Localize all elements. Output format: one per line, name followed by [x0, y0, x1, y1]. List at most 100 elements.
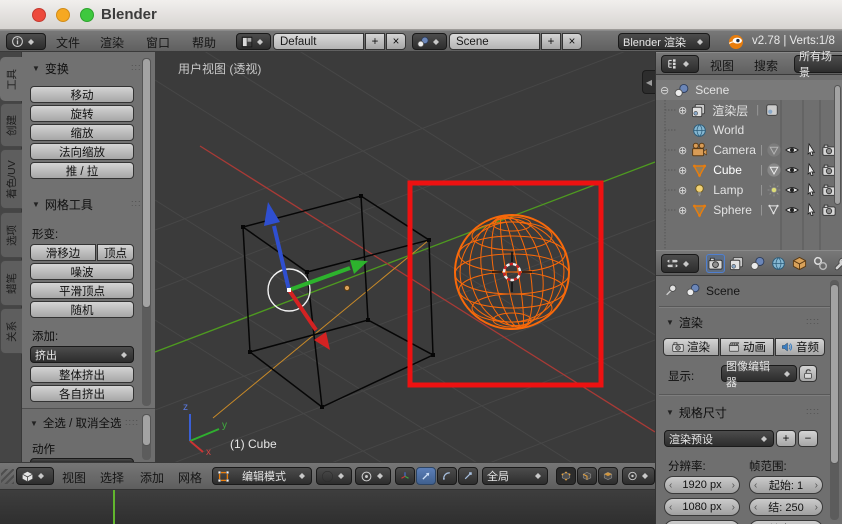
modifiers-tab[interactable]	[832, 254, 842, 273]
expand-icon[interactable]: ⊕	[678, 104, 687, 117]
frame-step-field[interactable]: ‹ 帧步: 1 ›	[749, 520, 823, 524]
translate-manipulator-button[interactable]	[416, 467, 436, 485]
decrement-arrow-icon[interactable]: ‹	[669, 502, 672, 513]
expand-icon[interactable]: ⊕	[678, 184, 687, 197]
transform-manipulator[interactable]	[264, 202, 368, 350]
menu-help[interactable]: 帮助	[188, 34, 220, 51]
visibility-eye-icon[interactable]	[785, 203, 799, 217]
transform-orientation-select[interactable]: 全局	[482, 467, 548, 485]
resolution-x-field[interactable]: ‹ 1920 px ›	[664, 476, 740, 494]
render-engine-select[interactable]: Blender 渲染	[618, 33, 710, 50]
outliner-row-cube[interactable]: ⊕ Cube |	[656, 160, 842, 180]
add-scene-button[interactable]: +	[541, 33, 561, 50]
screen-layout-name-field[interactable]: Default	[273, 33, 364, 50]
close-window-button[interactable]	[32, 8, 46, 22]
editor-type-selector[interactable]	[6, 33, 46, 50]
resolution-percent-field[interactable]: ‹ 50% ›	[664, 520, 740, 524]
expand-icon[interactable]: ⊕	[678, 164, 687, 177]
extrude-individual-button[interactable]: 各自挤出	[30, 385, 134, 402]
camera-data-icon[interactable]	[766, 142, 782, 158]
menu-select[interactable]: 选择	[96, 469, 128, 486]
mesh-data-icon[interactable]	[766, 162, 782, 178]
frame-end-field[interactable]: ‹ 结: 250 ›	[749, 498, 823, 516]
extrude-select[interactable]: 挤出	[30, 346, 134, 363]
add-preset-button[interactable]: +	[776, 430, 796, 447]
extrude-region-button[interactable]: 整体挤出	[30, 366, 134, 383]
scale-button[interactable]: 缩放	[30, 124, 134, 141]
playhead-marker[interactable]	[113, 490, 115, 524]
tab-grease-pencil[interactable]: 蜡笔	[0, 260, 22, 306]
outliner-row-sphere[interactable]: ⊕ Sphere |	[656, 200, 842, 220]
outliner-row-scene[interactable]: ⊖ Scene	[656, 80, 842, 100]
tab-options[interactable]: 选项	[0, 212, 22, 258]
corner-resize-grip[interactable]	[1, 469, 14, 484]
scene-label[interactable]: Scene	[695, 83, 729, 97]
expand-icon[interactable]: ⊕	[678, 144, 687, 157]
viewport-canvas[interactable]	[155, 52, 655, 462]
context-breadcrumb[interactable]: Scene	[706, 284, 740, 298]
selected-vertex[interactable]	[287, 288, 291, 292]
render-still-button[interactable]: 渲染	[663, 338, 719, 356]
tab-create[interactable]: 创建	[0, 103, 22, 147]
object-label[interactable]: Cube	[713, 163, 742, 177]
minimize-window-button[interactable]	[56, 8, 70, 22]
outliner-row-render-layers[interactable]: ⊕ 渲染层 |	[656, 100, 842, 120]
menu-mesh[interactable]: 网格	[174, 469, 206, 486]
increment-arrow-icon[interactable]: ›	[732, 480, 735, 491]
rotate-manipulator-button[interactable]	[437, 467, 457, 485]
slide-vertex-button[interactable]: 顶点	[97, 244, 134, 261]
region-expand-arrow[interactable]: ◀	[642, 70, 655, 94]
decrement-arrow-icon[interactable]: ‹	[669, 480, 672, 491]
expand-icon[interactable]: ⊕	[678, 204, 687, 217]
render-preset-select[interactable]: 渲染预设	[664, 430, 774, 447]
pivot-point-select[interactable]	[355, 467, 391, 485]
vertex-select-mode-button[interactable]	[556, 467, 576, 485]
object-label[interactable]: Lamp	[713, 183, 743, 197]
operator-panel-scrollbar[interactable]	[142, 414, 151, 460]
outliner-row-world[interactable]: World	[656, 120, 842, 140]
timeline[interactable]	[0, 490, 655, 524]
transform-panel-header[interactable]: ▼ 变换	[32, 60, 69, 77]
outliner-row-lamp[interactable]: ⊕ Lamp |	[656, 180, 842, 200]
render-panel-header[interactable]: ▼ 渲染	[666, 314, 703, 331]
render-audio-button[interactable]: 音频	[775, 338, 825, 356]
edge-select-mode-button[interactable]	[577, 467, 597, 485]
decrement-arrow-icon[interactable]: ‹	[754, 502, 757, 513]
tab-tools[interactable]: 工具	[0, 57, 22, 101]
render-tab[interactable]	[706, 254, 725, 273]
pin-icon[interactable]	[664, 283, 678, 297]
resolution-y-field[interactable]: ‹ 1080 px ›	[664, 498, 740, 516]
selectability-cursor-icon[interactable]	[805, 203, 818, 216]
world-label[interactable]: World	[713, 123, 744, 137]
screen-layout-button[interactable]	[236, 33, 271, 50]
tab-shading-uv[interactable]: 着色/UV	[0, 149, 22, 209]
add-layout-button[interactable]: +	[365, 33, 385, 50]
outliner-scope-select[interactable]: 所有场景	[794, 51, 842, 79]
editor-type-selector[interactable]	[16, 467, 54, 485]
visibility-eye-icon[interactable]	[785, 183, 799, 197]
render-layers-tab[interactable]	[727, 254, 746, 273]
renderability-camera-icon[interactable]	[822, 203, 836, 217]
panel-drag-dots-icon[interactable]: ::::	[806, 406, 820, 416]
panel-drag-dots-icon[interactable]: ::::	[806, 316, 820, 326]
selectability-cursor-icon[interactable]	[805, 183, 818, 196]
scene-name-field[interactable]: Scene	[449, 33, 540, 50]
rotate-button[interactable]: 旋转	[30, 105, 134, 122]
menu-view[interactable]: 视图	[58, 469, 90, 486]
lamp-data-icon[interactable]	[766, 182, 782, 198]
outliner-v-scrollbar[interactable]	[834, 85, 841, 205]
selectability-cursor-icon[interactable]	[805, 163, 818, 176]
scene-tab[interactable]	[748, 254, 767, 273]
remove-preset-button[interactable]: −	[798, 430, 818, 447]
collapse-icon[interactable]: ⊖	[660, 84, 669, 97]
object-tab[interactable]	[790, 254, 809, 273]
shrink-fatten-button[interactable]: 法向缩放	[30, 143, 134, 160]
world-tab[interactable]	[769, 254, 788, 273]
mesh-tools-panel-header[interactable]: ▼ 网格工具	[32, 196, 93, 213]
visibility-eye-icon[interactable]	[785, 163, 799, 177]
menu-add[interactable]: 添加	[136, 469, 168, 486]
selectability-cursor-icon[interactable]	[805, 143, 818, 156]
render-animation-button[interactable]: 动画	[720, 338, 774, 356]
scale-manipulator-button[interactable]	[458, 467, 478, 485]
menu-search[interactable]: 搜索	[750, 57, 782, 74]
